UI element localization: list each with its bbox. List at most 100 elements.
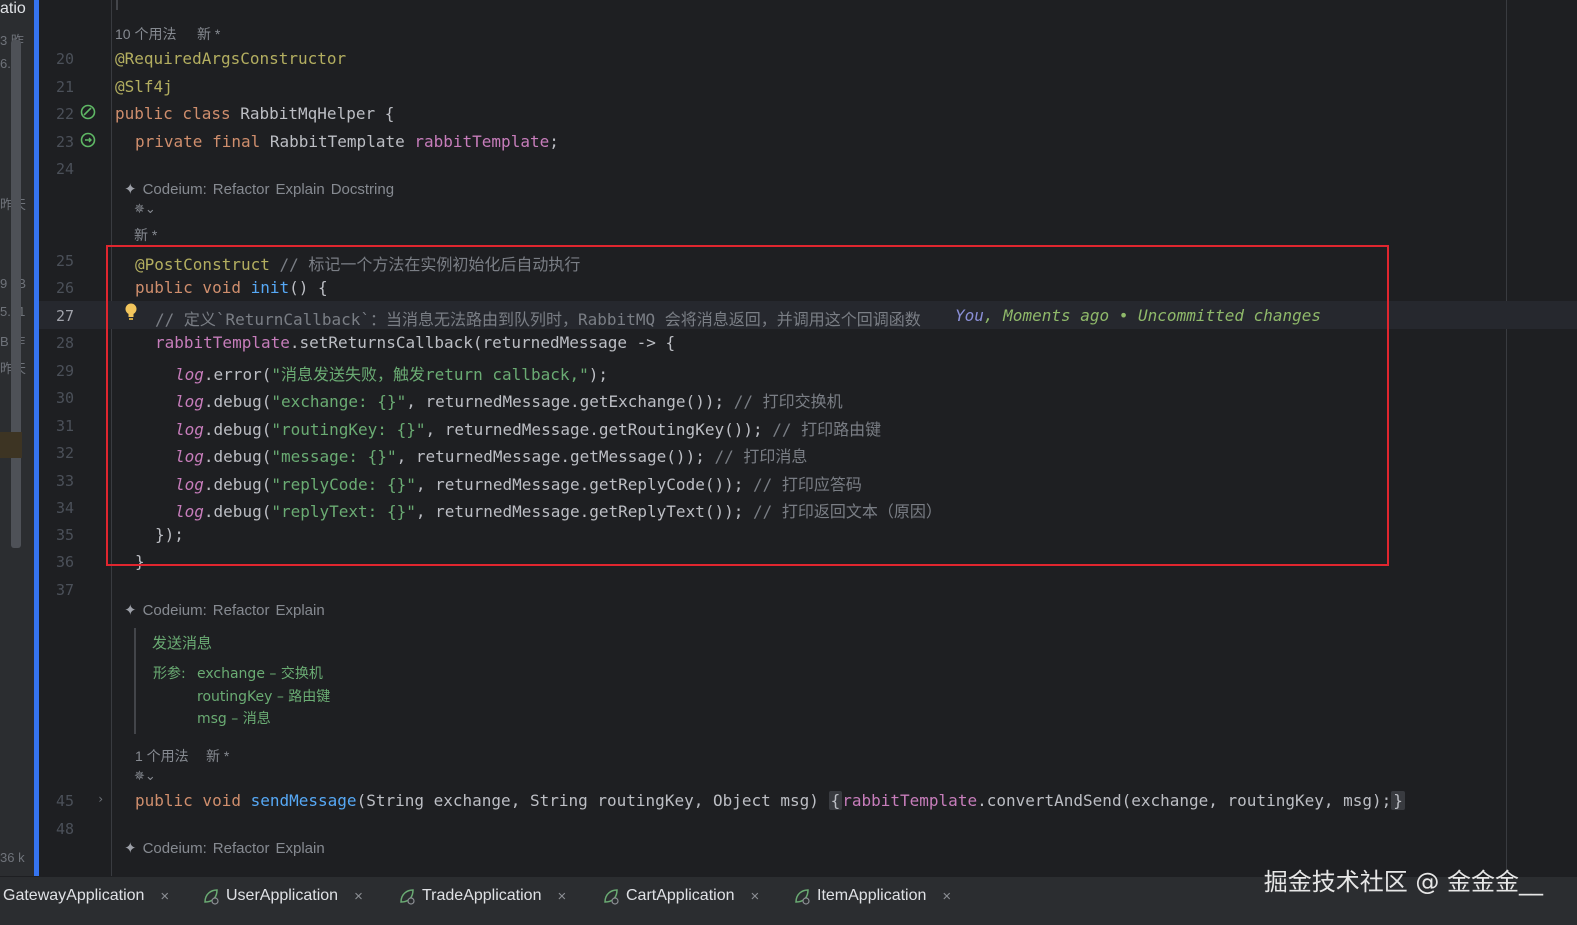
comment: // 打印应答码 — [753, 475, 862, 494]
codeium-explain-link[interactable]: Explain — [275, 181, 324, 198]
code-line-34[interactable]: log.debug("replyText: {}", returnedMessa… — [175, 498, 942, 522]
codeium-sparkle-icon: ✦ — [124, 181, 137, 198]
line-number: 37 — [55, 581, 74, 599]
string-literal: "routingKey: {}" — [271, 420, 426, 439]
line-number: 28 — [55, 334, 74, 352]
javadoc-param: msg – 消息 — [197, 711, 271, 727]
folded-brace[interactable]: } — [1391, 791, 1405, 810]
fold-chevron-icon[interactable]: › — [97, 792, 104, 806]
comment: // 打印交换机 — [733, 392, 843, 411]
method-params: (String exchange, String routingKey, Obj… — [356, 791, 829, 810]
line-number: 45 — [55, 792, 74, 810]
codeium-label: Codeium: — [142, 181, 207, 198]
git-blame-inlay[interactable]: You, Moments ago • Uncommitted changes — [955, 306, 1321, 325]
blame-author: You — [955, 306, 984, 325]
run-tab-user[interactable]: UserApplication × — [202, 887, 363, 905]
project-item[interactable]: atio — [0, 0, 26, 18]
usages-hint[interactable]: 10 个用法 — [115, 24, 176, 44]
code-line-36[interactable]: } — [135, 552, 145, 571]
log-field: log — [175, 475, 204, 494]
code-line-23[interactable]: private final RabbitTemplate rabbitTempl… — [135, 132, 559, 151]
log-field: log — [175, 365, 204, 384]
new-hint[interactable]: 新 * — [206, 746, 229, 766]
method-call: .debug( — [203, 475, 272, 494]
javadoc-summary: 发送消息 — [152, 634, 213, 652]
code-line-32[interactable]: log.debug("message: {}", returnedMessage… — [175, 443, 807, 467]
folded-brace[interactable]: { — [828, 791, 843, 810]
spring-app-icon — [400, 889, 415, 905]
doc-block-border — [116, 0, 118, 10]
keyword: public void — [135, 791, 251, 810]
code-line-22[interactable]: public class RabbitMqHelper { — [115, 104, 394, 123]
close-icon[interactable]: × — [942, 888, 951, 905]
tab-label: TradeApplication — [422, 887, 542, 904]
codeium-docstring-link[interactable]: Docstring — [331, 181, 394, 198]
bulb-icon[interactable] — [124, 303, 138, 321]
line-number: 27 — [55, 307, 74, 325]
method-call: .debug( — [203, 447, 272, 466]
run-tab-trade[interactable]: TradeApplication × — [398, 887, 566, 905]
codeium-label: Codeium: — [142, 840, 207, 857]
close-icon[interactable]: × — [160, 888, 169, 905]
spring-app-icon — [795, 889, 810, 905]
annotation: @PostConstruct — [135, 255, 270, 274]
run-tab-item[interactable]: ItemApplication × — [793, 887, 951, 905]
line-number: 21 — [55, 78, 74, 96]
bean-field-icon[interactable] — [80, 132, 96, 148]
project-item[interactable]: 36 k — [0, 850, 25, 865]
code-line-27[interactable]: // 定义`ReturnCallback`：当消息无法路由到队列时，Rabbit… — [155, 306, 921, 330]
method-call: .debug( — [203, 420, 272, 439]
line-number: 29 — [55, 362, 74, 380]
codeium-refactor-link[interactable]: Refactor — [213, 181, 270, 198]
codeium-sparkle-icon: ✦ — [124, 602, 137, 619]
close-icon[interactable]: × — [751, 888, 760, 905]
code-line-21[interactable]: @Slf4j — [115, 77, 173, 96]
codeium-refactor-link[interactable]: Refactor — [213, 840, 270, 857]
close-icon[interactable]: × — [354, 888, 363, 905]
codeium-explain-link[interactable]: Explain — [275, 840, 324, 857]
run-tab-cart[interactable]: CartApplication × — [602, 887, 759, 905]
keyword: public void — [135, 278, 251, 297]
method-call: , returnedMessage.getRoutingKey()); — [425, 420, 773, 439]
project-panel[interactable]: atio 3 昨 6.k 昨天 9 kB 5.01 B 昨 昨天 36 k — [0, 0, 34, 876]
line-number: 48 — [55, 820, 74, 838]
run-tab-gateway[interactable]: GatewayApplication × — [3, 887, 169, 905]
codeium-refactor-link[interactable]: Refactor — [213, 602, 270, 619]
log-field: log — [175, 392, 204, 411]
codeium-lens: ✦ Codeium: Refactor Explain Docstring — [124, 180, 400, 198]
tab-label: CartApplication — [626, 887, 735, 904]
javadoc-param: exchange – 交换机 — [197, 666, 323, 682]
editor-gutter[interactable] — [39, 0, 111, 876]
ai-assistant-icon[interactable]: ✵⌄ — [134, 202, 156, 217]
line-number: 33 — [55, 472, 74, 490]
codeium-explain-link[interactable]: Explain — [275, 602, 324, 619]
new-hint[interactable]: 新 * — [197, 24, 220, 44]
class-name: RabbitMqHelper { — [240, 104, 395, 123]
code-line-30[interactable]: log.debug("exchange: {}", returnedMessag… — [175, 388, 843, 412]
code-line-45[interactable]: public void sendMessage(String exchange,… — [135, 791, 1405, 810]
code-line-26[interactable]: public void init() { — [135, 278, 328, 297]
code-line-28[interactable]: rabbitTemplate.setReturnsCallback(return… — [155, 333, 675, 352]
close-icon[interactable]: × — [557, 888, 566, 905]
line-number: 31 — [55, 417, 74, 435]
string-literal: "消息发送失败，触发return callback," — [271, 365, 589, 384]
code-line-33[interactable]: log.debug("replyCode: {}", returnedMessa… — [175, 471, 862, 495]
right-margin-guide — [1506, 0, 1507, 876]
method-call: .setReturnsCallback(returnedMessage -> { — [289, 333, 676, 352]
code-line-20[interactable]: @RequiredArgsConstructor — [115, 49, 346, 68]
annotation: @RequiredArgsConstructor — [115, 49, 347, 68]
line-number: 34 — [55, 499, 74, 517]
code-line-31[interactable]: log.debug("routingKey: {}", returnedMess… — [175, 416, 881, 440]
method-call: .convertAndSend(exchange, routingKey, ms… — [977, 791, 1392, 810]
string-literal: "message: {}" — [271, 447, 397, 466]
new-hint[interactable]: 新 * — [134, 225, 157, 245]
bean-class-icon[interactable] — [80, 104, 96, 120]
code-line-35[interactable]: }); — [155, 525, 184, 544]
project-scrollbar[interactable] — [11, 40, 21, 548]
usages-hint[interactable]: 1 个用法 — [135, 746, 189, 766]
method-name: init — [250, 278, 290, 297]
tab-label: UserApplication — [226, 887, 339, 904]
ai-assistant-icon[interactable]: ✵⌄ — [134, 769, 156, 784]
code-line-25[interactable]: @PostConstruct // 标记一个方法在实例初始化后自动执行 — [135, 251, 580, 275]
code-line-29[interactable]: log.error("消息发送失败，触发return callback,"); — [175, 361, 608, 385]
